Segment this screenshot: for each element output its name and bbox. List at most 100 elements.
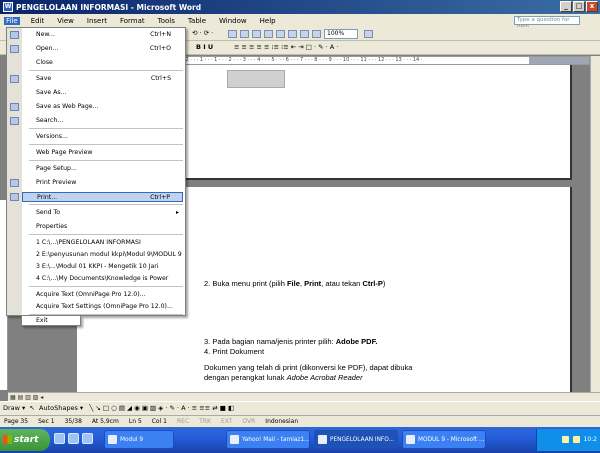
file-menu-acquire-text[interactable]: Acquire Text (OmniPage Pro 12.0)...: [22, 290, 183, 300]
word-doc-icon: [406, 435, 415, 444]
undo-redo-buttons[interactable]: ⟲ · ⟳ ·: [192, 29, 213, 37]
window-controls: _ □ x: [560, 1, 598, 12]
file-menu-versions[interactable]: Versions...: [22, 132, 183, 142]
embedded-screenshot-image[interactable]: [227, 70, 285, 88]
word-doc-icon: [318, 435, 327, 444]
document-map-icon[interactable]: [300, 30, 309, 38]
file-menu-acquire-text-settings[interactable]: Acquire Text Settings (OmniPage Pro 12.0…: [22, 302, 183, 312]
tables-borders-icon[interactable]: [240, 30, 249, 38]
menu-file[interactable]: File: [4, 16, 20, 25]
drawing-tools[interactable]: ╲ ↘ □ ○ ▤ ◢ ◉ ▣ ▨ ◈ · ✎ · A · ≡ ≡≡ ⇄ ■ ◧: [89, 404, 234, 412]
search-icon: [10, 117, 19, 125]
minimize-button[interactable]: _: [560, 1, 572, 12]
horizontal-ruler[interactable]: · · · 2 · · · 1 · · · 1 · · · 2 · · · 3 …: [175, 56, 590, 65]
doc-step-2: 2. Buka menu print (pilih File, Print, a…: [204, 279, 386, 288]
drawing-toolbar: Draw ▾ ↖ AutoShapes ▾ ╲ ↘ □ ○ ▤ ◢ ◉ ▣ ▨ …: [0, 401, 600, 415]
browser-window-icon: [230, 435, 239, 444]
file-menu-web-page-preview[interactable]: Web Page Preview: [22, 148, 183, 158]
printer-icon: [10, 193, 19, 201]
menu-separator: [29, 70, 183, 71]
new-document-icon: [10, 31, 19, 39]
file-menu-save-as-web-page[interactable]: Save as Web Page...: [22, 102, 183, 112]
drawing-icon[interactable]: [288, 30, 297, 38]
taskbar-item-pengelolaan-informasi[interactable]: PENGELOLAAN INFO...: [314, 430, 398, 449]
menu-window[interactable]: Window: [217, 17, 249, 25]
horizontal-scrollbar[interactable]: ▦ ▤ ▥ ▧ ◂: [8, 392, 600, 401]
menu-tools[interactable]: Tools: [156, 17, 177, 25]
status-ext[interactable]: EXT: [221, 416, 242, 427]
status-page: Page 35: [4, 418, 29, 425]
draw-menu-button[interactable]: Draw ▾: [3, 404, 25, 412]
submenu-arrow-icon: ▸: [175, 209, 179, 216]
window-title: PENGELOLAAN INFORMASI - Microsoft Word: [16, 2, 202, 12]
menu-separator: [29, 144, 183, 145]
taskbar-item-modul-9-word[interactable]: MODUL 9 - Microsoft ...: [402, 430, 486, 449]
menu-edit[interactable]: Edit: [29, 17, 47, 25]
status-rec[interactable]: REC: [177, 416, 199, 427]
menu-insert[interactable]: Insert: [85, 17, 109, 25]
status-section: Sec 1: [38, 418, 55, 425]
doc-paragraph-line-1: Dokumen yang telah di print (dikonversi …: [204, 363, 413, 372]
file-menu-recent-2[interactable]: 2 E:\penyusunan modul kkpi\Modul 9\MODUL…: [22, 250, 183, 260]
file-menu-print[interactable]: Print... Ctrl+P: [22, 192, 183, 202]
start-button[interactable]: start: [0, 429, 50, 451]
status-ovr[interactable]: OVR: [242, 416, 265, 427]
vertical-scrollbar[interactable]: [590, 56, 600, 392]
file-menu-print-preview[interactable]: Print Preview: [22, 178, 183, 188]
title-bar: W PENGELOLAAN INFORMASI - Microsoft Word…: [0, 0, 600, 14]
file-menu-exit[interactable]: Exit: [21, 316, 81, 326]
menu-table[interactable]: Table: [186, 17, 208, 25]
columns-icon[interactable]: [276, 30, 285, 38]
file-menu-dropdown: New... Ctrl+N Open... Ctrl+O Close Save Ctr…: [6, 27, 186, 316]
insert-table-icon[interactable]: [252, 30, 261, 38]
file-menu-send-to[interactable]: Send To ▸: [22, 208, 183, 218]
file-menu-search[interactable]: Search...: [22, 116, 183, 126]
menu-view[interactable]: View: [55, 17, 76, 25]
folder-icon: [108, 435, 117, 444]
paragraph-format-buttons[interactable]: ≡ ≡ ≡ ≡ ≡ ⁝≡ ⁝≡ ⇤ ⇥ □ · ✎ · A ·: [234, 43, 338, 51]
file-menu-save[interactable]: Save Ctrl+S: [22, 74, 183, 84]
clock[interactable]: 10:2: [584, 436, 597, 443]
word-app-icon[interactable]: W: [3, 2, 13, 12]
insert-excel-icon[interactable]: [264, 30, 273, 38]
file-menu-close[interactable]: Close: [22, 58, 183, 68]
taskbar-item-modul-9-folder[interactable]: Modul 9: [104, 430, 174, 449]
autoshapes-button[interactable]: AutoShapes ▾: [39, 404, 83, 412]
bold-italic-underline-buttons[interactable]: B I U: [196, 43, 213, 51]
media-player-icon[interactable]: [82, 433, 93, 444]
ask-question-input[interactable]: Type a question for help: [514, 16, 580, 30]
show-hide-icon[interactable]: [312, 30, 321, 38]
tray-icon[interactable]: [561, 436, 569, 443]
menu-format[interactable]: Format: [118, 17, 147, 25]
file-menu-recent-4[interactable]: 4 C:\...\My Documents\Knowledge is Power: [22, 274, 183, 284]
file-menu-recent-3[interactable]: 3 E:\...\Modul 01 KKPI - Mengetik 10 Jar…: [22, 262, 183, 272]
taskbar-item-yahoo-mail[interactable]: Yahoo! Mail - tamiaz1...: [226, 430, 310, 449]
menu-separator: [29, 128, 183, 129]
menu-separator: [29, 314, 183, 315]
doc-paragraph-line-2: dengan perangkat lunak Adobe Acrobat Rea…: [204, 373, 363, 382]
menu-help[interactable]: Help: [258, 17, 278, 25]
status-col: Col 1: [151, 418, 167, 425]
windows-flag-icon: [3, 435, 12, 444]
status-position: 35/38: [64, 418, 82, 425]
quick-launch: [54, 433, 100, 447]
file-menu-open[interactable]: Open... Ctrl+O: [22, 44, 183, 54]
view-buttons[interactable]: ▦ ▤ ▥ ▧ ◂: [10, 394, 43, 401]
browser-icon[interactable]: [68, 433, 79, 444]
file-menu-recent-1[interactable]: 1 C:\...\PENGELOLAAN INFORMASI: [22, 238, 183, 248]
volume-icon[interactable]: [572, 436, 580, 443]
help-icon[interactable]: [364, 30, 373, 38]
status-language[interactable]: Indonesian: [265, 416, 308, 427]
file-menu-properties[interactable]: Properties: [22, 222, 183, 232]
status-trk[interactable]: TRK: [199, 416, 221, 427]
ruler-margin: [529, 57, 589, 64]
close-button[interactable]: x: [586, 1, 598, 12]
menu-separator: [29, 286, 183, 287]
hyperlink-icon[interactable]: [228, 30, 237, 38]
file-menu-page-setup[interactable]: Page Setup...: [22, 164, 183, 174]
maximize-button[interactable]: □: [573, 1, 585, 12]
file-menu-save-as[interactable]: Save As...: [22, 88, 183, 98]
zoom-select[interactable]: 100%: [324, 29, 358, 39]
file-menu-new[interactable]: New... Ctrl+N: [22, 30, 183, 40]
show-desktop-icon[interactable]: [54, 433, 65, 444]
